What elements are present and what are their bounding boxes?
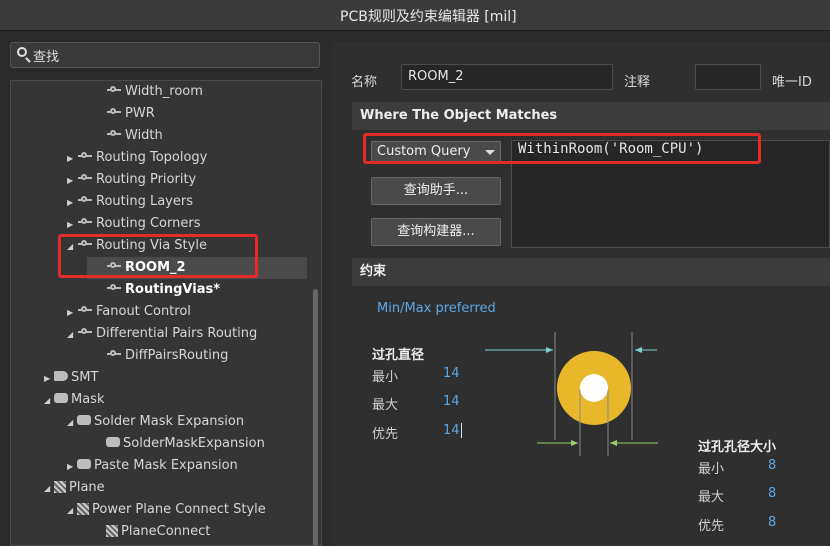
tree-item-routing-vias[interactable]: RoutingVias* [106, 279, 220, 301]
tree-item-routing-topology[interactable]: ▶ Routing Topology [67, 147, 207, 169]
uid-label: 唯一ID [772, 75, 812, 90]
tree-item-diffpairsrouting[interactable]: DiffPairsRouting [106, 345, 228, 367]
route-rule-icon [106, 85, 122, 95]
expand-arrow-icon[interactable]: ▶ [67, 214, 77, 236]
tree-item-routing-priority[interactable]: ▶ Routing Priority [67, 169, 196, 191]
via-diameter-max-value[interactable]: 14 [443, 394, 460, 409]
tree-item-width[interactable]: Width [106, 125, 163, 147]
hole-size-max-value[interactable]: 8 [768, 486, 776, 501]
tree-item-diff-pairs-routing[interactable]: ◢ Differential Pairs Routing [67, 323, 257, 345]
hole-size-title: 过孔孔径大小 [698, 440, 777, 455]
route-category-icon [77, 305, 93, 315]
query-helper-button[interactable]: 查询助手... [371, 177, 501, 205]
via-hole-icon [580, 374, 608, 402]
highlight-box-query [363, 133, 761, 164]
tree-item-planeconnect[interactable]: PlaneConnect [106, 521, 210, 543]
route-category-icon [77, 195, 93, 205]
plane-icon [77, 503, 89, 515]
route-category-icon [77, 217, 93, 227]
hole-size-pref-label: 优先 [698, 519, 725, 534]
tree-item-routing-corners[interactable]: ▶ Routing Corners [67, 213, 200, 235]
via-diameter-min-label: 最小 [372, 370, 399, 385]
plane-icon [54, 481, 66, 493]
via-diameter-pref-value[interactable]: 14 [443, 423, 462, 438]
plane-icon [106, 525, 118, 537]
route-category-icon [77, 173, 93, 183]
expand-arrow-icon[interactable]: ▶ [44, 368, 54, 390]
tree-item-fanout-control[interactable]: ▶ Fanout Control [67, 301, 191, 323]
route-category-icon [77, 151, 93, 161]
expand-arrow-icon[interactable]: ▶ [67, 302, 77, 324]
hole-size-max-label: 最大 [698, 490, 725, 505]
via-diameter-pref-label: 优先 [372, 427, 399, 442]
constraints-section-header: 约束 [352, 258, 830, 286]
mask-icon [106, 437, 120, 447]
expand-arrow-icon[interactable]: ▶ [67, 148, 77, 170]
collapse-arrow-icon[interactable]: ◢ [44, 390, 54, 412]
tree-item-routing-layers[interactable]: ▶ Routing Layers [67, 191, 193, 213]
smt-icon [54, 371, 68, 381]
via-diagram [485, 332, 658, 456]
collapse-arrow-icon[interactable]: ◢ [67, 412, 77, 434]
collapse-arrow-icon[interactable]: ◢ [67, 500, 77, 522]
via-diameter-title: 过孔直径 [372, 348, 425, 363]
tree-scrollbar[interactable] [313, 289, 318, 545]
route-rule-icon [106, 349, 122, 359]
name-label: 名称 [351, 75, 378, 90]
expand-arrow-icon[interactable]: ▶ [67, 170, 77, 192]
route-rule-icon [106, 283, 122, 293]
where-section-header: Where The Object Matches [352, 102, 830, 130]
expand-arrow-icon[interactable]: ▶ [67, 456, 77, 478]
tree-item-plane[interactable]: ◢ Plane [44, 477, 105, 499]
mask-icon [54, 393, 68, 403]
tree-item-pwr[interactable]: PWR [106, 103, 155, 125]
search-icon [17, 47, 27, 57]
hole-size-pref-value[interactable]: 8 [768, 515, 776, 530]
tree-item-smt[interactable]: ▶ SMT [44, 367, 98, 389]
mask-icon [77, 459, 91, 469]
route-rule-icon [106, 129, 122, 139]
comment-field[interactable] [695, 64, 761, 90]
window-title: PCB规则及约束编辑器 [mil] [340, 9, 517, 25]
via-diameter-max-label: 最大 [372, 398, 399, 413]
route-category-icon [77, 327, 93, 337]
highlight-box-tree [58, 234, 258, 278]
tree-item-soldermaskexpansion[interactable]: SolderMaskExpansion [106, 433, 265, 455]
collapse-arrow-icon[interactable]: ◢ [44, 478, 54, 500]
expand-arrow-icon[interactable]: ▶ [67, 192, 77, 214]
rule-tree[interactable]: Width_room PWR Width ▶ Routing Topology ▶… [10, 80, 322, 546]
search-input[interactable]: 查找 [10, 42, 320, 68]
name-field[interactable]: ROOM_2 [401, 64, 613, 90]
tree-item-paste-mask-expansion[interactable]: ▶ Paste Mask Expansion [67, 455, 238, 477]
hole-size-min-label: 最小 [698, 462, 725, 477]
route-rule-icon [106, 107, 122, 117]
title-bar: PCB规则及约束编辑器 [mil] [0, 0, 830, 31]
query-builder-button[interactable]: 查询构建器... [371, 218, 501, 246]
via-diameter-min-value[interactable]: 14 [443, 366, 460, 381]
tree-item-mask[interactable]: ◢ Mask [44, 389, 104, 411]
tree-item-width-room[interactable]: Width_room [106, 81, 203, 103]
search-label: 查找 [33, 50, 60, 65]
collapse-arrow-icon[interactable]: ◢ [67, 324, 77, 346]
tree-item-power-plane-connect-style[interactable]: ◢ Power Plane Connect Style [67, 499, 266, 521]
tree-item-solder-mask-expansion[interactable]: ◢ Solder Mask Expansion [67, 411, 244, 433]
comment-label: 注释 [624, 75, 651, 90]
hole-size-min-value[interactable]: 8 [768, 458, 776, 473]
constraint-mode-link[interactable]: Min/Max preferred [377, 301, 496, 316]
mask-icon [77, 415, 91, 425]
